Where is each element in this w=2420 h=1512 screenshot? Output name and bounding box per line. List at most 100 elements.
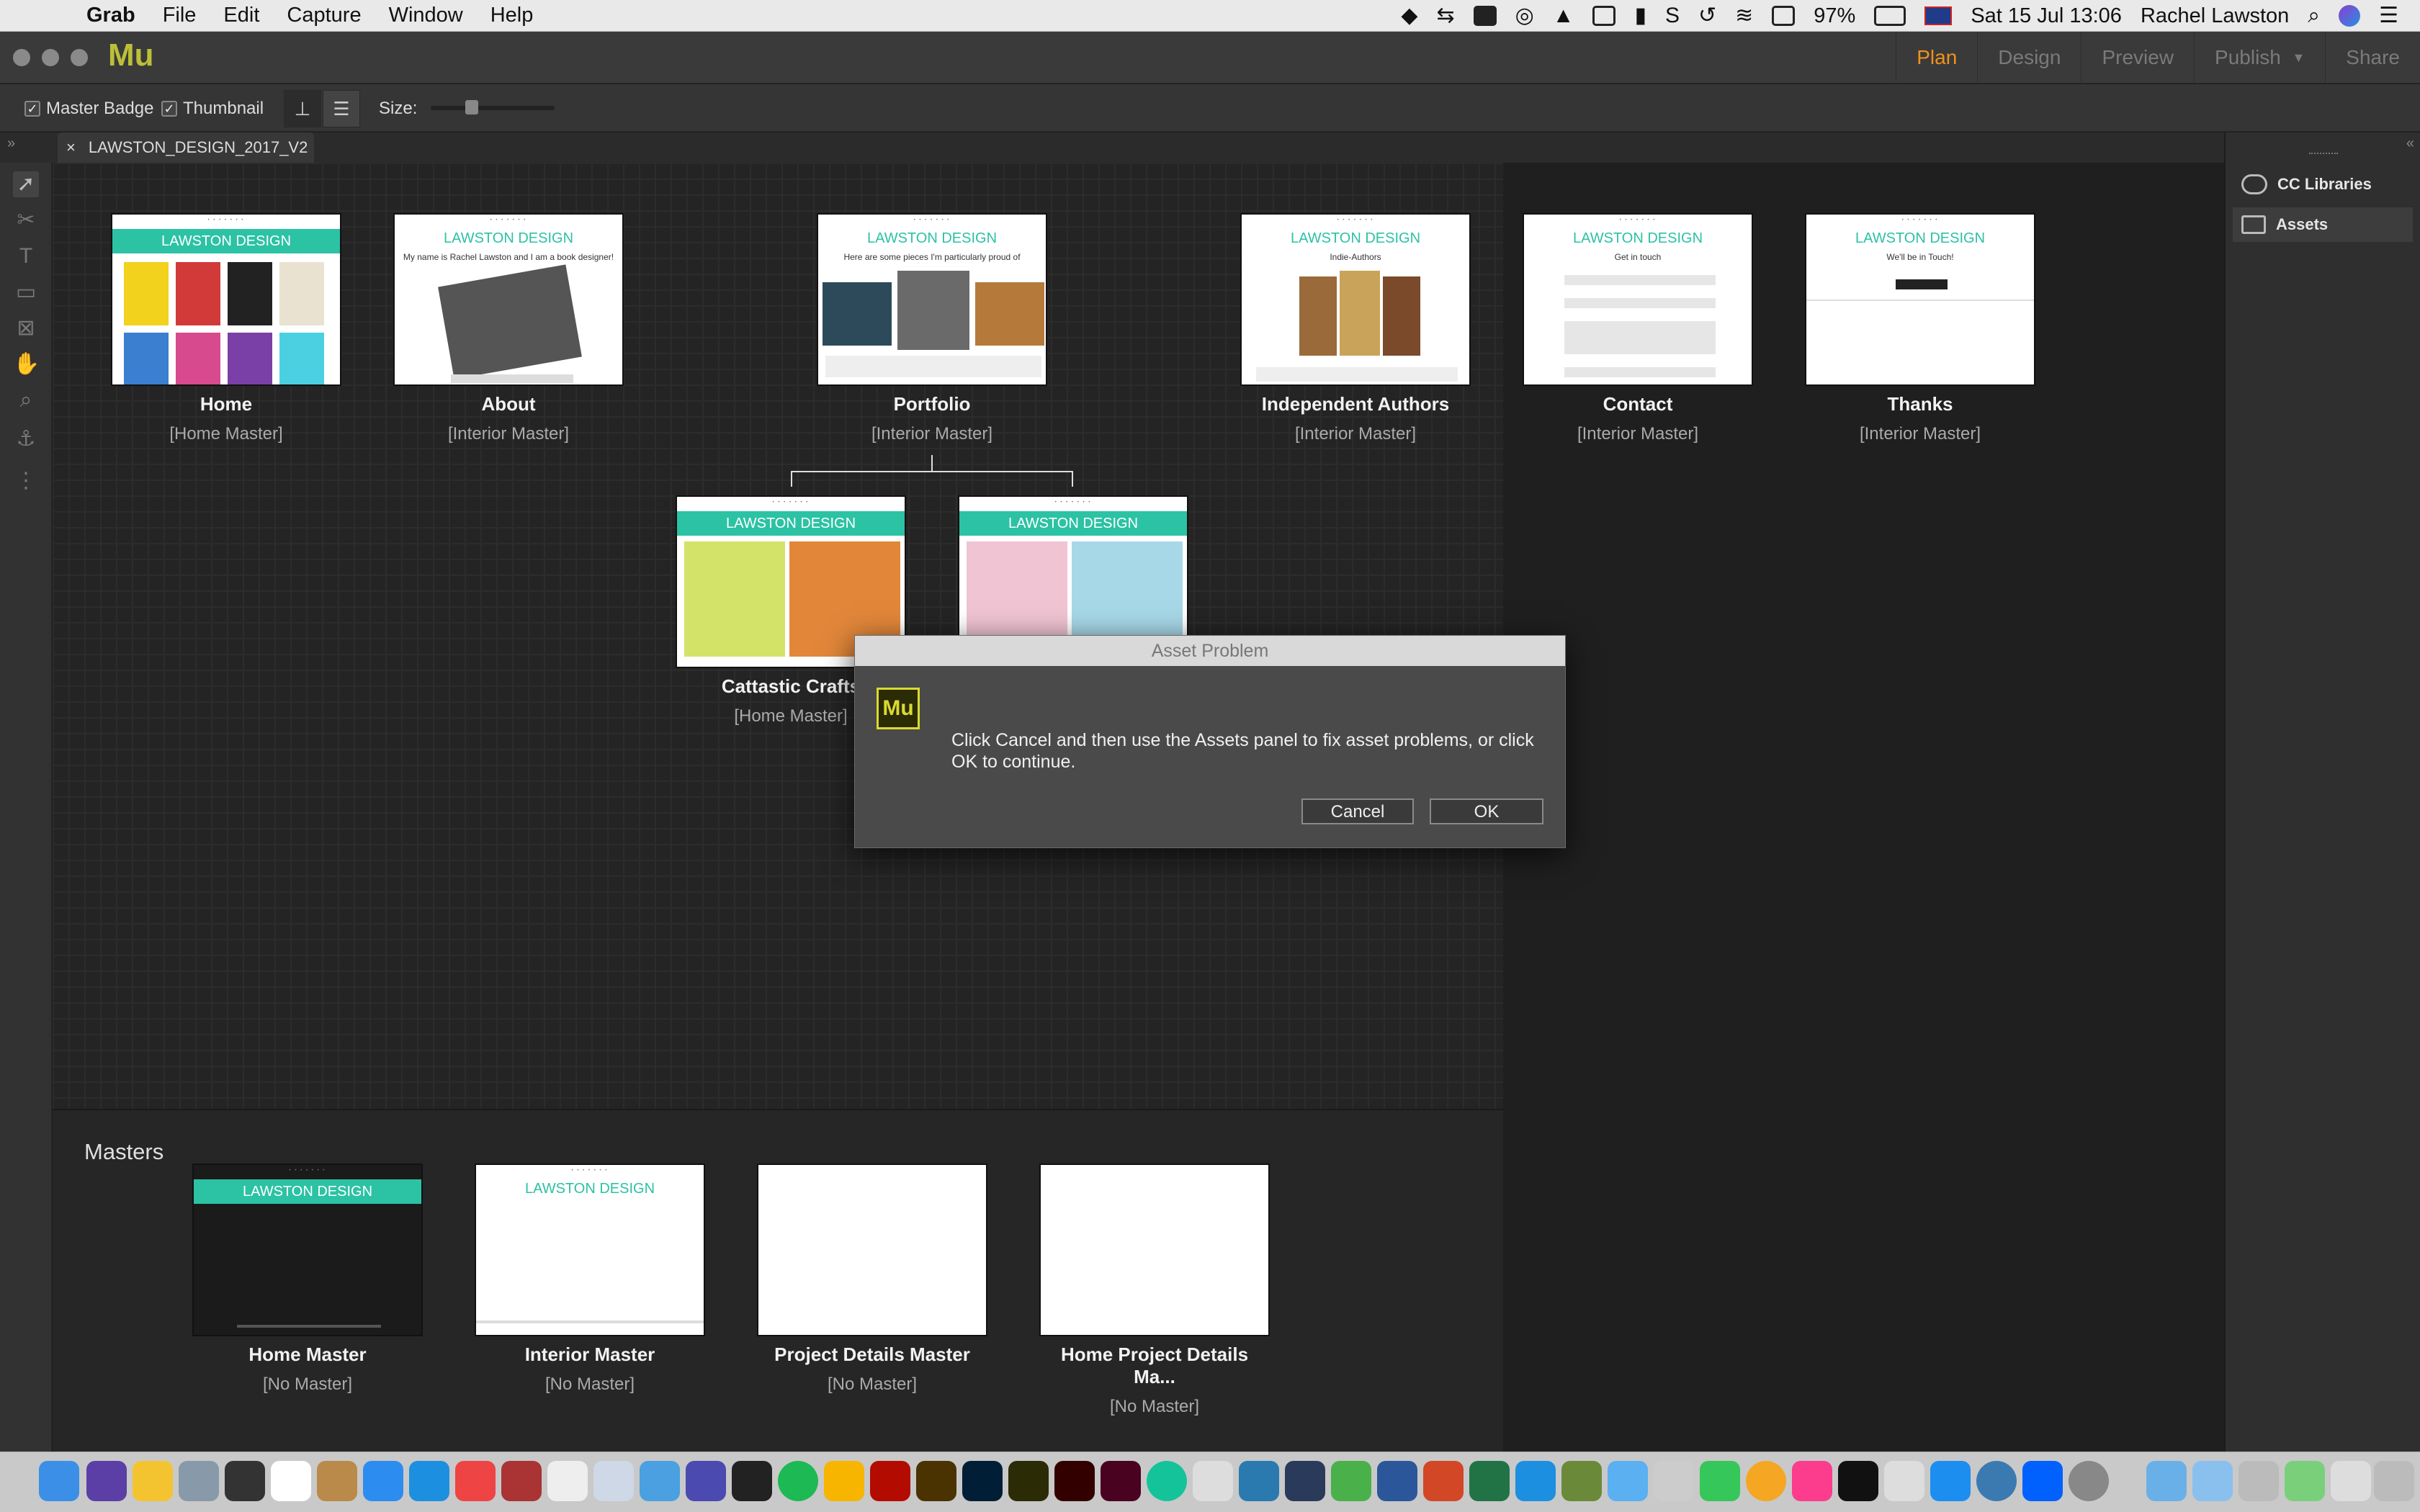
selection-tool-icon[interactable]: ➚ (13, 171, 39, 197)
master-home[interactable]: • • • • • • • LAWSTON DESIGN Home Master… (192, 1164, 423, 1395)
network-icon[interactable]: ⇆ (1436, 5, 1454, 27)
menu-help[interactable]: Help (490, 4, 534, 27)
master-interior[interactable]: • • • • • • • LAWSTON DESIGN Interior Ma… (475, 1164, 705, 1395)
time-machine-icon[interactable]: ↺ (1698, 5, 1716, 27)
page-name[interactable]: Contact (1523, 393, 1753, 415)
crop-tool-icon[interactable]: ✂ (13, 207, 39, 233)
size-slider-knob[interactable] (465, 100, 478, 114)
page-thanks[interactable]: • • • • • • • LAWSTON DESIGN We'll be in… (1805, 213, 2035, 444)
system-preferences-icon[interactable] (2069, 1461, 2109, 1501)
zoom-tool-icon[interactable]: ⌕ (13, 387, 39, 413)
ok-button[interactable]: OK (1430, 798, 1543, 824)
notes-app-icon[interactable] (317, 1461, 357, 1501)
master-thumbnail[interactable]: • • • • • • • LAWSTON DESIGN (475, 1164, 705, 1336)
skype-icon-2[interactable] (1515, 1461, 1556, 1501)
photo-booth-icon[interactable] (501, 1461, 542, 1501)
stack-icon-2[interactable] (2331, 1461, 2371, 1501)
panel-cc-libraries[interactable]: CC Libraries (2233, 167, 2413, 202)
downloads-stack-icon[interactable] (2238, 1461, 2279, 1501)
acrobat-icon[interactable] (870, 1461, 910, 1501)
mode-design[interactable]: Design (1977, 32, 2081, 84)
user-name[interactable]: Rachel Lawston (2141, 4, 2289, 28)
android-file-icon[interactable] (1561, 1461, 1602, 1501)
page-thumbnail[interactable]: • • • • • • • LAWSTON DESIGN Here are so… (817, 213, 1047, 386)
network-utility-icon[interactable] (640, 1461, 680, 1501)
list-view-button[interactable]: ☰ (323, 90, 360, 127)
facetime-icon[interactable] (1700, 1461, 1740, 1501)
page-name[interactable]: Portfolio (817, 393, 1047, 415)
menu-file[interactable]: File (163, 4, 197, 27)
page-thumbnail[interactable]: • • • • • • • LAWSTON DESIGN We'll be in… (1805, 213, 2035, 386)
reminders-icon[interactable] (547, 1461, 588, 1501)
word-icon[interactable] (1377, 1461, 1417, 1501)
bridge-icon[interactable] (916, 1461, 956, 1501)
master-name[interactable]: Home Project Details Ma... (1039, 1344, 1270, 1388)
itunes-icon[interactable] (1792, 1461, 1832, 1501)
launchpad-icon[interactable] (179, 1461, 219, 1501)
document-tab[interactable]: × LAWSTON_DESIGN_2017_V2 (58, 132, 314, 163)
dropbox-icon[interactable]: ◆ (1401, 5, 1417, 27)
photoshop-icon[interactable] (962, 1461, 1003, 1501)
master-home-project-details[interactable]: Home Project Details Ma... [No Master] (1039, 1164, 1270, 1417)
panel-assets[interactable]: Assets (2233, 207, 2413, 242)
safari-icon[interactable] (363, 1461, 403, 1501)
skype-dock-icon[interactable] (409, 1461, 449, 1501)
grammarly-icon[interactable] (1147, 1461, 1187, 1501)
page-name[interactable]: About (393, 393, 624, 415)
chrome-icon[interactable] (455, 1461, 496, 1501)
image-frame-tool-icon[interactable]: ⊠ (13, 315, 39, 341)
trash-icon[interactable] (2374, 1461, 2414, 1501)
siri-dock-icon[interactable] (86, 1461, 127, 1501)
google-drive-dock-icon[interactable] (133, 1461, 173, 1501)
indesign-icon[interactable] (1101, 1461, 1141, 1501)
page-thumbnail[interactable]: • • • • • • • LAWSTON DESIGN Get in touc… (1523, 213, 1753, 386)
mode-publish[interactable]: Publish ▼ (2194, 32, 2325, 84)
stack-icon[interactable] (2285, 1461, 2325, 1501)
illustrator-icon[interactable] (1054, 1461, 1095, 1501)
master-name[interactable]: Home Master (192, 1344, 423, 1366)
flag-uk-icon[interactable] (1924, 6, 1953, 25)
cancel-button[interactable]: Cancel (1301, 798, 1414, 824)
wifi-icon[interactable]: ≋ (1735, 5, 1753, 27)
rectangle-tool-icon[interactable]: ▭ (13, 279, 39, 305)
window-minimize-button[interactable] (42, 49, 59, 66)
messages-icon[interactable] (1608, 1461, 1648, 1501)
documents-folder-icon[interactable] (2192, 1461, 2233, 1501)
page-contact[interactable]: • • • • • • • LAWSTON DESIGN Get in touc… (1523, 213, 1753, 444)
panel-collapse-icon[interactable]: « (2406, 135, 2414, 152)
panel-collapse-icon[interactable]: » (7, 135, 15, 152)
page-thumbnail[interactable]: • • • • • • • LAWSTON DESIGN Indie-Autho… (1240, 213, 1471, 386)
quicktime-icon[interactable] (1838, 1461, 1878, 1501)
books-icon[interactable] (686, 1461, 726, 1501)
panel-grip[interactable] (2309, 153, 2338, 157)
applications-folder-icon[interactable] (2146, 1461, 2187, 1501)
spotlight-search-icon[interactable]: ⌕ (2308, 5, 2320, 27)
page-thumbnail[interactable]: • • • • • • • LAWSTON DESIGN (111, 213, 341, 386)
siri-icon[interactable] (2339, 5, 2361, 27)
skype-icon[interactable]: S (1665, 5, 1680, 27)
page-independent-authors[interactable]: • • • • • • • LAWSTON DESIGN Indie-Autho… (1240, 213, 1471, 444)
anchor-tool-icon[interactable]: ⚓ (13, 426, 39, 452)
thumbnail-checkbox[interactable]: ✓ Thumbnail (161, 99, 264, 119)
battery-monitor-icon[interactable]: ▮ (1634, 5, 1646, 27)
tab-close-icon[interactable]: × (66, 138, 76, 157)
window-close-button[interactable] (13, 49, 30, 66)
preview-icon[interactable] (593, 1461, 634, 1501)
archive-utility-icon[interactable] (1884, 1461, 1924, 1501)
display-icon[interactable] (1473, 6, 1497, 26)
app-store-icon[interactable] (1930, 1461, 1971, 1501)
contacts-icon[interactable] (1654, 1461, 1694, 1501)
dashboard-icon[interactable] (225, 1461, 265, 1501)
menu-capture[interactable]: Capture (287, 4, 361, 27)
window-zoom-button[interactable] (71, 49, 88, 66)
creative-cloud-icon[interactable]: ◎ (1515, 5, 1534, 27)
mode-plan[interactable]: Plan (1896, 32, 1977, 84)
menu-window[interactable]: Window (389, 4, 463, 27)
utility-icon[interactable] (1239, 1461, 1279, 1501)
spacing-tool-icon[interactable]: ⋮ (13, 468, 39, 494)
page-portfolio[interactable]: • • • • • • • LAWSTON DESIGN Here are so… (817, 213, 1047, 444)
textedit-icon[interactable] (1193, 1461, 1233, 1501)
menu-app-grab[interactable]: Grab (86, 4, 135, 27)
page-name[interactable]: Thanks (1805, 393, 2035, 415)
clock[interactable]: Sat 15 Jul 13:06 (1971, 4, 2122, 28)
